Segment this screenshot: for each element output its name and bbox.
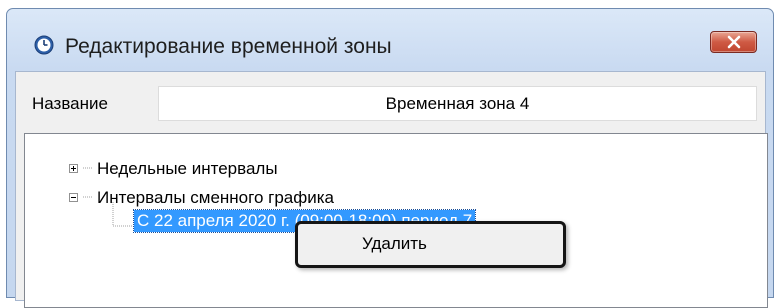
name-input[interactable] [158,86,757,121]
tree-node-weekly-intervals[interactable]: Недельные интервалы [97,159,278,179]
tree-node-shift-intervals[interactable]: Интервалы сменного графика [97,188,334,208]
close-icon [727,35,741,49]
menu-item-delete[interactable]: Удалить [362,233,427,255]
name-label: Название [32,94,108,113]
title-bar[interactable]: Редактирование временной зоны [7,9,773,69]
collapse-shift-icon[interactable] [69,193,78,202]
expand-weekly-icon[interactable] [69,164,78,173]
close-button[interactable] [710,31,757,53]
window-title: Редактирование временной зоны [65,35,392,58]
context-menu: Удалить [295,221,566,268]
clock-icon [34,35,54,55]
